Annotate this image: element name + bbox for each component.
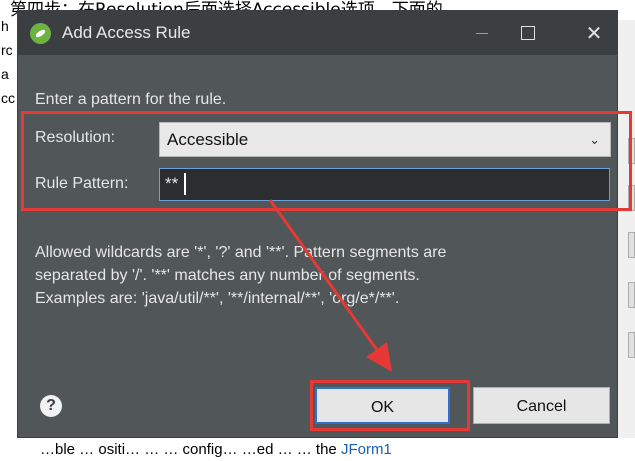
annotation-arrow-icon: [268, 199, 392, 372]
